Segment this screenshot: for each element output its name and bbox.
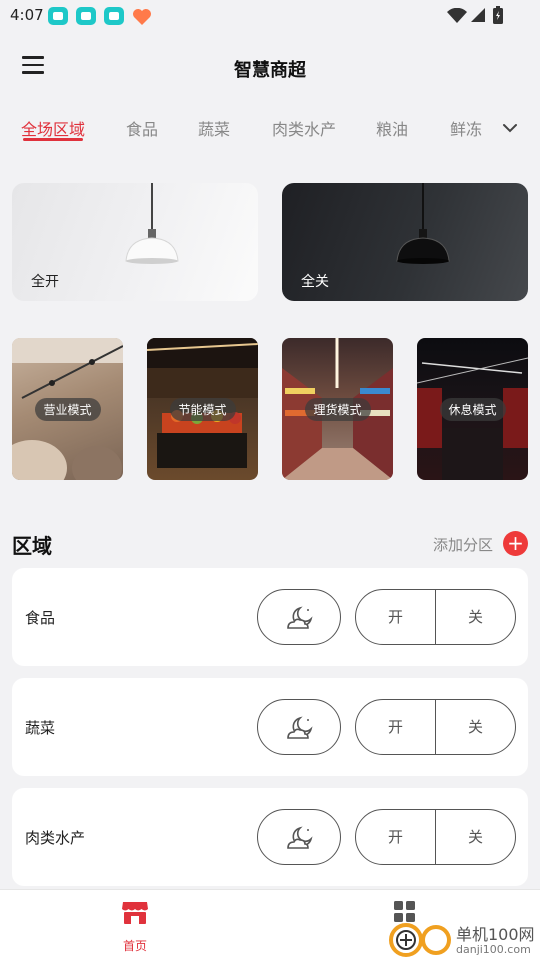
- zone-card: 蔬菜 开 关: [12, 678, 528, 776]
- tab-meat-seafood[interactable]: 肉类水产: [272, 116, 336, 140]
- night-mode-button[interactable]: [257, 589, 341, 645]
- zone-switch: 开 关: [355, 809, 516, 865]
- zone-card: 食品 开 关: [12, 568, 528, 666]
- zone-card: 肉类水产 开 关: [12, 788, 528, 886]
- mode-business-label: 营业模式: [34, 398, 101, 421]
- all-on-label: 全开: [31, 274, 59, 290]
- zone-on-button[interactable]: 开: [356, 810, 435, 864]
- zone-name: 肉类水产: [25, 829, 86, 847]
- tab-food[interactable]: 食品: [126, 116, 158, 140]
- watermark-url: danji100.com: [456, 943, 531, 956]
- all-off-label: 全关: [301, 274, 329, 290]
- chevron-down-icon[interactable]: [500, 118, 520, 138]
- app-header: 智慧商超: [0, 32, 540, 102]
- battery-icon: [493, 6, 503, 24]
- active-tab-indicator: [23, 138, 83, 141]
- nav-home[interactable]: 首页: [105, 900, 165, 956]
- zone-switch: 开 关: [355, 589, 516, 645]
- zone-switch: 开 关: [355, 699, 516, 755]
- tab-all-areas[interactable]: 全场区域: [21, 116, 85, 140]
- signal-icon: [471, 8, 485, 22]
- app-notification-icon: [104, 7, 124, 25]
- mode-energy-saving-label: 节能模式: [169, 398, 236, 421]
- all-off-card[interactable]: 全关: [282, 183, 528, 301]
- mode-rest[interactable]: 休息模式: [417, 338, 528, 480]
- zone-name: 蔬菜: [25, 719, 56, 737]
- watermark-title: 单机100网: [456, 925, 535, 944]
- mode-restocking-label: 理货模式: [304, 398, 371, 421]
- app-notification-icon: [48, 7, 68, 25]
- mode-restocking[interactable]: 理货模式: [282, 338, 393, 480]
- wifi-icon: [447, 8, 467, 23]
- night-mode-button[interactable]: [257, 809, 341, 865]
- zone-off-button[interactable]: 关: [436, 700, 515, 754]
- tab-vegetables[interactable]: 蔬菜: [198, 116, 230, 140]
- zone-name: 食品: [25, 609, 56, 627]
- all-on-card[interactable]: 全开: [12, 183, 258, 301]
- moon-cloud-icon: [287, 826, 313, 849]
- moon-cloud-icon: [287, 606, 313, 629]
- night-mode-button[interactable]: [257, 699, 341, 755]
- add-area-link[interactable]: 添加分区: [433, 534, 493, 555]
- tab-grain-oil[interactable]: 粮油: [376, 116, 408, 140]
- category-tabs: 全场区域 食品 蔬菜 肉类水产 粮油 鲜冻: [0, 104, 540, 154]
- tab-frozen[interactable]: 鲜冻: [450, 116, 482, 140]
- zone-off-button[interactable]: 关: [436, 590, 515, 644]
- mode-business[interactable]: 营业模式: [12, 338, 123, 480]
- mode-energy-saving[interactable]: 节能模式: [147, 338, 258, 480]
- areas-section-title: 区域: [12, 534, 52, 558]
- nav-home-label: 首页: [122, 939, 147, 953]
- status-time: 4:07: [10, 6, 44, 24]
- status-bar: 4:07: [0, 0, 540, 32]
- zone-on-button[interactable]: 开: [356, 700, 435, 754]
- heart-app-icon: [133, 9, 151, 25]
- zone-on-button[interactable]: 开: [356, 590, 435, 644]
- store-icon: [122, 902, 148, 924]
- app-notification-icon: [76, 7, 96, 25]
- page-title: 智慧商超: [234, 60, 306, 81]
- zone-off-button[interactable]: 关: [436, 810, 515, 864]
- moon-cloud-icon: [287, 716, 313, 739]
- plus-icon[interactable]: +: [503, 531, 528, 556]
- mode-rest-label: 休息模式: [439, 398, 506, 421]
